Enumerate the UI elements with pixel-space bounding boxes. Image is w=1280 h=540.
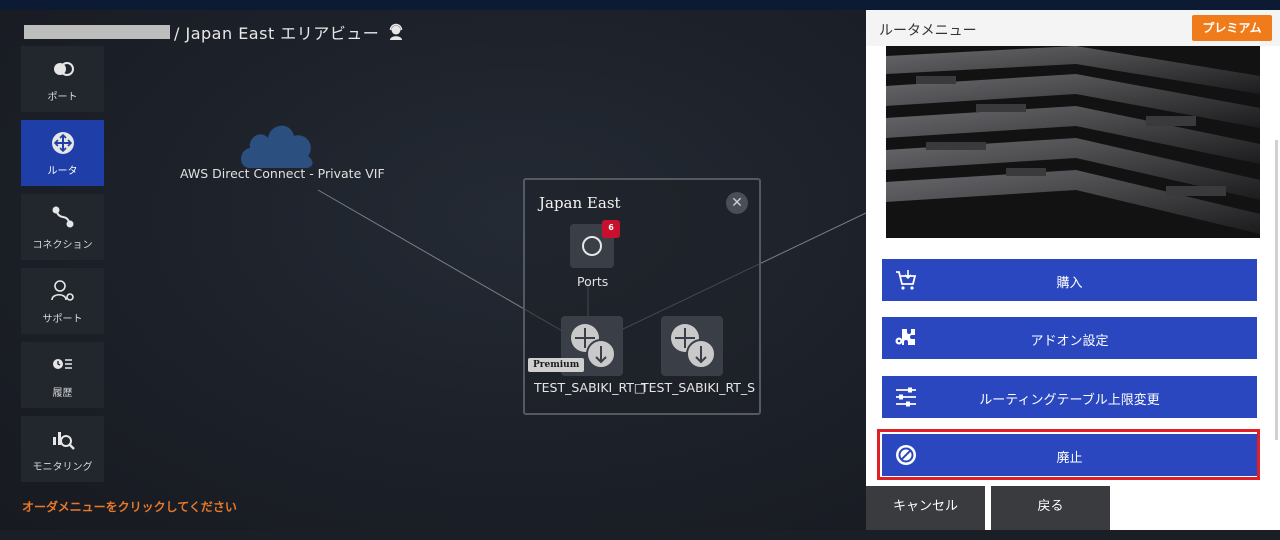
close-icon[interactable]: ✕ [726, 192, 748, 214]
premium-tag: Premium [528, 358, 585, 372]
nav-item-router[interactable]: ルータ [21, 120, 104, 186]
ports-label: Ports [577, 274, 609, 289]
cloud-label: AWS Direct Connect - Private VIF [180, 166, 385, 181]
nav-label: 履歴 [52, 387, 73, 399]
history-icon [52, 358, 72, 369]
port-icon [53, 61, 74, 76]
router-icon [671, 324, 716, 369]
breadcrumb: / Japan East エリアビュー [24, 20, 405, 44]
panel-scrollbar[interactable] [1275, 140, 1278, 440]
panel-header: ルータメニュー プレミアム [866, 10, 1280, 46]
server-rack-illustration [886, 46, 1260, 238]
port-ring-icon [582, 236, 602, 256]
nav-label: モニタリング [32, 461, 93, 473]
support-icon [50, 279, 74, 301]
router-icon [51, 131, 74, 154]
panel-title: ルータメニュー [879, 23, 977, 39]
nav-label: コネクション [32, 239, 93, 251]
monitoring-icon [52, 431, 75, 450]
premium-button[interactable]: プレミアム [1192, 15, 1272, 41]
ports-count-badge: 6 [602, 220, 620, 238]
addon-settings-button[interactable]: アドオン設定 [882, 317, 1257, 359]
action-label: 購入 [1056, 276, 1083, 291]
nav-item-history[interactable]: 履歴 [21, 342, 104, 408]
side-navigation: ポート ルータ コネクション サポート 履歴 モニタリング [21, 46, 104, 490]
nav-item-port[interactable]: ポート [21, 46, 104, 112]
operator-support-icon[interactable] [387, 23, 405, 41]
routing-table-limit-button[interactable]: ルーティングテーブル上限変更 [882, 376, 1257, 418]
nav-item-connection[interactable]: コネクション [21, 194, 104, 260]
action-label: アドオン設定 [1030, 334, 1109, 349]
nav-item-monitoring[interactable]: モニタリング [21, 416, 104, 482]
top-bar [0, 0, 1280, 10]
area-title: Japan East [539, 194, 621, 212]
order-menu-hint: オーダメニューをクリックしてください [22, 500, 237, 514]
breadcrumb-area: / Japan East エリアビュー [174, 24, 380, 43]
nav-item-support[interactable]: サポート [21, 268, 104, 334]
nav-label: ルータ [47, 165, 78, 177]
purchase-button[interactable]: 購入 [882, 259, 1257, 301]
redacted-account-name [24, 25, 170, 39]
action-label: ルーティングテーブル上限変更 [979, 393, 1160, 408]
router1-label: TEST_SABIKI_RT□ [534, 380, 646, 395]
cancel-button[interactable]: キャンセル [866, 486, 985, 530]
area-box-japan-east: Japan East ✕ 6 Ports Premium TEST_SABIKI… [523, 178, 761, 415]
back-button[interactable]: 戻る [991, 486, 1110, 530]
connection-icon [52, 206, 73, 227]
nav-label: ポート [47, 91, 78, 103]
router2-label: TEST_SABIKI_RT_S [641, 380, 756, 395]
router-node-2[interactable] [661, 316, 723, 376]
nav-label: サポート [42, 313, 83, 325]
selection-highlight [877, 429, 1260, 480]
server-rack-image [886, 46, 1260, 238]
